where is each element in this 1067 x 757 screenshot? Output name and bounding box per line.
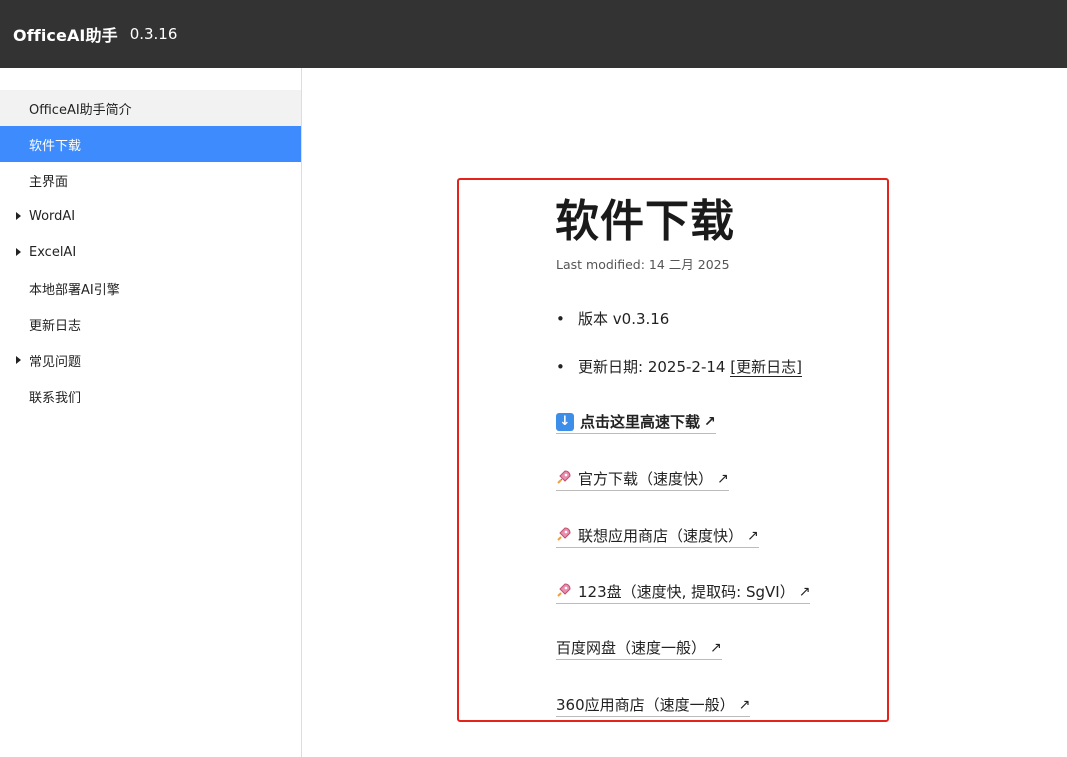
bullet-text: 版本 v0.3.16 bbox=[578, 310, 670, 328]
store360-link[interactable]: 360应用商店（速度一般） ↗ bbox=[556, 694, 751, 717]
version-bullet: • 版本 v0.3.16 bbox=[556, 308, 669, 329]
caret-right-icon[interactable] bbox=[16, 356, 21, 364]
sidebar-item-excelai[interactable]: ExcelAI bbox=[0, 234, 301, 270]
sidebar-item-main-ui[interactable]: 主界面 bbox=[0, 162, 301, 198]
caret-right-icon[interactable] bbox=[16, 212, 21, 220]
sidebar-item-wordai[interactable]: WordAI bbox=[0, 198, 301, 234]
external-arrow-icon: ↗ bbox=[710, 639, 722, 656]
link-label: 123盘（速度快, 提取码: SgVI） bbox=[578, 583, 795, 601]
download-icon: ↓ bbox=[556, 412, 574, 431]
sidebar-nav: OfficeAI助手简介 软件下载 主界面 WordAI ExcelAI 本地部… bbox=[0, 68, 302, 757]
external-arrow-icon: ↗ bbox=[747, 527, 759, 544]
sidebar-item-label: 主界面 bbox=[29, 174, 69, 190]
external-arrow-icon: ↗ bbox=[738, 696, 751, 713]
fast-download-link[interactable]: ↓ 点击这里高速下载 ↗ bbox=[556, 411, 716, 434]
official-download-link[interactable]: 官方下载（速度快） ↗ bbox=[556, 468, 729, 491]
sidebar-item-contact[interactable]: 联系我们 bbox=[0, 378, 301, 414]
rocket-icon bbox=[556, 582, 576, 602]
bullet-dot: • bbox=[556, 310, 565, 328]
last-modified: Last modified: 14 二月 2025 bbox=[556, 257, 730, 272]
update-date-bullet: • 更新日期: 2025-2-14 [更新日志] bbox=[556, 356, 802, 377]
sidebar-item-label: OfficeAI助手简介 bbox=[29, 102, 132, 118]
external-arrow-icon: ↗ bbox=[798, 583, 811, 600]
brand-title[interactable]: OfficeAI助手 bbox=[13, 22, 118, 46]
changelog-link[interactable]: [更新日志] bbox=[730, 358, 802, 377]
link-label: 联想应用商店（速度快） bbox=[578, 527, 744, 545]
link-label: 百度网盘（速度一般） bbox=[556, 639, 707, 657]
sidebar-item-label: 联系我们 bbox=[29, 390, 82, 406]
sidebar-item-intro[interactable]: OfficeAI助手简介 bbox=[0, 90, 301, 126]
lenovo-store-link[interactable]: 联想应用商店（速度快） ↗ bbox=[556, 525, 759, 548]
sidebar-item-local-ai[interactable]: 本地部署AI引擎 bbox=[0, 270, 301, 306]
link-label: 官方下载（速度快） bbox=[578, 470, 714, 488]
rocket-icon bbox=[556, 526, 576, 546]
sidebar-item-label: 软件下载 bbox=[29, 138, 82, 154]
page-title: 软件下载 bbox=[555, 196, 735, 247]
pan123-link[interactable]: 123盘（速度快, 提取码: SgVI） ↗ bbox=[556, 581, 811, 604]
rocket-icon bbox=[556, 469, 576, 489]
bullet-dot: • bbox=[556, 358, 565, 376]
sidebar-item-label: 常见问题 bbox=[29, 354, 82, 370]
version-label: 0.3.16 bbox=[129, 25, 178, 43]
sidebar-item-download[interactable]: 软件下载 bbox=[0, 126, 301, 162]
link-label: 点击这里高速下载 bbox=[580, 413, 701, 431]
bullet-text: 更新日期: 2025-2-14 bbox=[578, 358, 731, 376]
sidebar-item-faq[interactable]: 常见问题 bbox=[0, 342, 301, 378]
caret-right-icon[interactable] bbox=[16, 248, 21, 256]
link-label: 360应用商店（速度一般） bbox=[556, 696, 735, 714]
sidebar-item-label: 更新日志 bbox=[29, 318, 82, 334]
external-arrow-icon: ↗ bbox=[717, 470, 729, 487]
top-bar: OfficeAI助手 0.3.16 bbox=[0, 0, 1067, 68]
sidebar-item-changelog[interactable]: 更新日志 bbox=[0, 306, 301, 342]
sidebar-item-label: ExcelAI bbox=[29, 244, 77, 260]
main-content: 软件下载 Last modified: 14 二月 2025 • 版本 v0.3.… bbox=[302, 68, 1067, 757]
external-arrow-icon: ↗ bbox=[704, 413, 716, 430]
baidu-pan-link[interactable]: 百度网盘（速度一般） ↗ bbox=[556, 637, 722, 660]
sidebar-item-label: WordAI bbox=[29, 208, 76, 224]
sidebar-item-label: 本地部署AI引擎 bbox=[29, 282, 120, 298]
